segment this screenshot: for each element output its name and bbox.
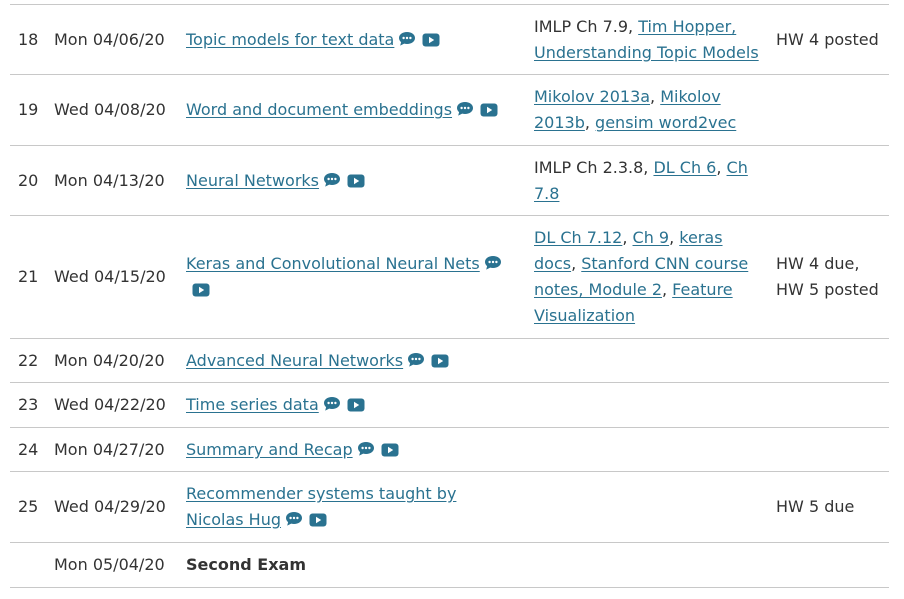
video-icon[interactable]	[431, 354, 449, 368]
reading-cell	[526, 383, 768, 428]
lecture-topic-cell: Advanced Neural Networks	[178, 339, 526, 383]
reading-text: ,	[584, 113, 596, 132]
lecture-topic-cell: Neural Networks	[178, 146, 526, 216]
lecture-topic-cell: Word and document embeddings	[178, 75, 526, 146]
table-row: 24 Mon 04/27/20 Summary and Recap	[10, 427, 889, 472]
reading-text: ,	[628, 16, 639, 36]
lecture-number: 20	[18, 170, 39, 190]
table-row: Mon 05/04/20 Second Exam	[10, 542, 889, 588]
lecture-topic-cell: Time series data	[178, 383, 526, 428]
table-row: 19 Wed 04/08/20 Word and document embeddin…	[10, 74, 889, 146]
table-row: 21 Wed 04/15/20 Keras and Convolutional Ne…	[10, 215, 889, 339]
homework-cell: HW 4 posted	[776, 29, 879, 49]
lecture-topic-cell: Topic models for text data	[178, 5, 526, 75]
lecture-topic-cell: Second Exam	[178, 543, 526, 588]
reading-link[interactable]: gensim word2vec	[595, 113, 736, 132]
lecture-number: 23	[18, 395, 39, 414]
video-icon[interactable]	[347, 174, 365, 188]
lecture-number	[10, 543, 46, 588]
lecture-date: Mon 04/06/20	[54, 29, 165, 49]
reading-text: ,	[650, 87, 661, 106]
lecture-date: Mon 04/20/20	[54, 350, 165, 370]
video-icon[interactable]	[422, 33, 440, 47]
video-icon[interactable]	[192, 283, 210, 297]
lecture-topic-link[interactable]: Topic models for text data	[186, 30, 394, 49]
reading-link[interactable]: DL Ch 6	[653, 158, 716, 177]
reading-text: ,	[669, 228, 680, 247]
comment-icon[interactable]	[323, 172, 341, 188]
lecture-topic-cell: Keras and Convolutional Neural Nets	[178, 216, 526, 339]
reading-text: ,	[622, 228, 633, 247]
reading-link[interactable]: Ch 9	[633, 228, 670, 247]
homework-cell	[768, 339, 889, 383]
lecture-topic-link[interactable]: Neural Networks	[186, 171, 319, 190]
table-row: 18 Mon 04/06/20 Topic models for text data…	[10, 4, 889, 75]
reading-cell	[526, 543, 768, 588]
reading-text: ,	[716, 157, 727, 177]
reading-text: IMLP Ch 7.9	[534, 16, 629, 36]
lecture-date: Wed 04/08/20	[54, 100, 166, 119]
lecture-date: Wed 04/29/20	[54, 497, 166, 516]
reading-text: IMLP Ch 2.3.8	[534, 157, 644, 177]
homework-cell	[768, 428, 889, 472]
homework-cell	[768, 75, 889, 146]
lecture-topic-link[interactable]: Keras and Convolutional Neural Nets	[186, 254, 480, 273]
homework-cell: HW 4 due, HW 5 posted	[776, 254, 879, 299]
table-row: 25 Wed 04/29/20 Recommender systems taught…	[10, 471, 889, 543]
lecture-topic-label: Second Exam	[186, 555, 306, 574]
homework-cell	[768, 383, 889, 428]
schedule-table: 18 Mon 04/06/20 Topic models for text data…	[10, 4, 889, 588]
lecture-number: 19	[18, 100, 39, 119]
comment-icon[interactable]	[323, 396, 341, 412]
lecture-number: 25	[18, 497, 39, 516]
lecture-number: 24	[18, 439, 39, 459]
lecture-topic-cell: Summary and Recap	[178, 428, 526, 472]
comment-icon[interactable]	[357, 441, 375, 457]
lecture-date: Mon 04/13/20	[54, 170, 165, 190]
comment-icon[interactable]	[285, 511, 303, 527]
comment-icon[interactable]	[398, 31, 416, 47]
lecture-topic-link[interactable]: Word and document embeddings	[186, 100, 452, 119]
comment-icon[interactable]	[407, 352, 425, 368]
lecture-date: Mon 05/04/20	[54, 555, 165, 574]
video-icon[interactable]	[347, 398, 365, 412]
comment-icon[interactable]	[456, 101, 474, 117]
lecture-date: Wed 04/15/20	[54, 267, 166, 286]
reading-link[interactable]: Mikolov 2013a	[534, 87, 650, 106]
comment-icon[interactable]	[484, 255, 502, 271]
video-icon[interactable]	[480, 103, 498, 117]
lecture-topic-link[interactable]: Advanced Neural Networks	[186, 351, 403, 370]
lecture-topic-link[interactable]: Time series data	[186, 395, 319, 414]
reading-cell	[526, 428, 768, 472]
table-row: 23 Wed 04/22/20 Time series data	[10, 382, 889, 428]
video-icon[interactable]	[381, 443, 399, 457]
reading-text: ,	[643, 157, 654, 177]
reading-cell: Mikolov 2013a, Mikolov 2013b, gensim wor…	[526, 75, 768, 146]
lecture-topic-cell: Recommender systems taught by Nicolas Hu…	[178, 472, 526, 543]
reading-cell: IMLP Ch 2.3.8, DL Ch 6, Ch 7.8	[526, 146, 768, 216]
table-row: 20 Mon 04/13/20 Neural Networks IMLP Ch 2.3…	[10, 145, 889, 216]
lecture-date: Wed 04/22/20	[54, 395, 166, 414]
lecture-topic-link[interactable]: Summary and Recap	[186, 440, 353, 459]
lecture-number: 18	[18, 29, 39, 49]
reading-text: ,	[662, 280, 673, 299]
reading-cell: IMLP Ch 7.9, Tim Hopper, Understanding T…	[526, 5, 768, 75]
homework-cell	[768, 146, 889, 216]
table-row: 22 Mon 04/20/20 Advanced Neural Networks	[10, 338, 889, 383]
lecture-date: Mon 04/27/20	[54, 439, 165, 459]
lecture-number: 22	[18, 350, 39, 370]
homework-cell: HW 5 due	[776, 497, 855, 516]
reading-cell	[526, 472, 768, 543]
reading-cell: DL Ch 7.12, Ch 9, keras docs, Stanford C…	[526, 216, 768, 339]
video-icon[interactable]	[309, 513, 327, 527]
schedule-body: 18 Mon 04/06/20 Topic models for text data…	[10, 4, 889, 588]
reading-text: ,	[571, 254, 582, 273]
lecture-number: 21	[18, 267, 39, 286]
reading-link[interactable]: DL Ch 7.12	[534, 228, 622, 247]
homework-cell	[768, 543, 889, 588]
reading-cell	[526, 339, 768, 383]
